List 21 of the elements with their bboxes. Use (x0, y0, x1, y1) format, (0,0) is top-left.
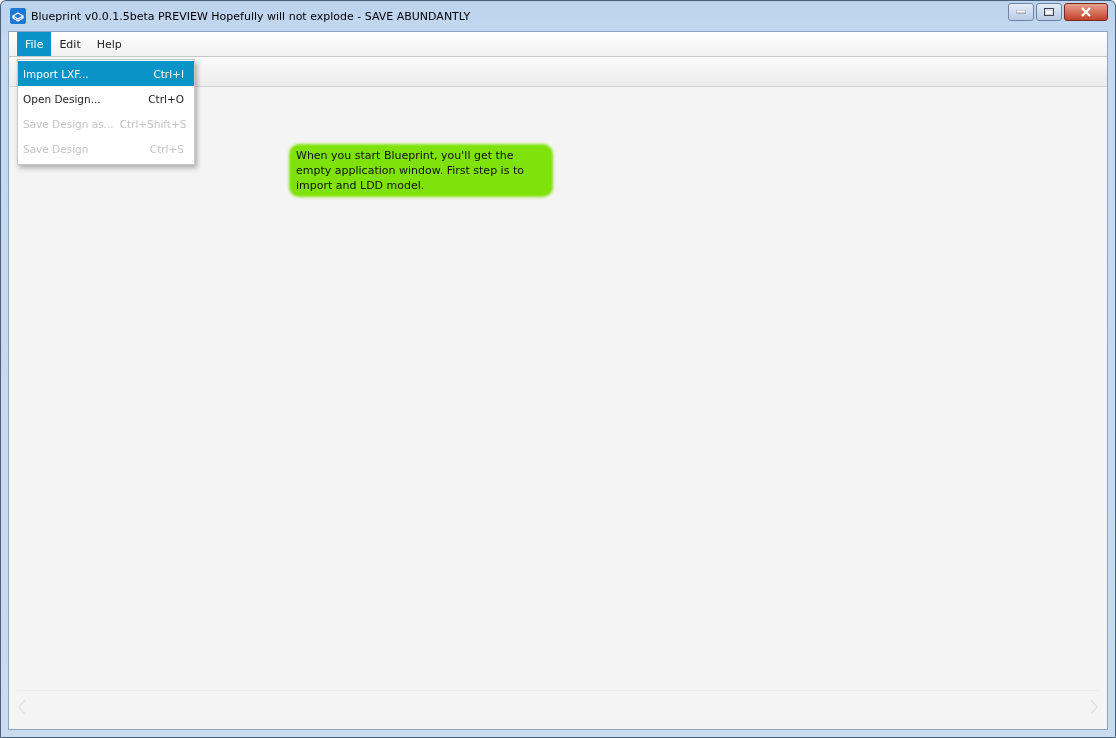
maximize-icon (1044, 8, 1054, 16)
shortcut-label: Ctrl+Shift+S (119, 117, 187, 130)
app-icon (10, 8, 26, 24)
option-label: Import LXF... (23, 67, 89, 80)
close-button[interactable] (1064, 3, 1108, 21)
menu-item[interactable]: Edit (51, 32, 89, 56)
shortcut-label: Ctrl+O (148, 92, 184, 105)
option-label: Save Design as... (23, 117, 114, 130)
maximize-button[interactable] (1036, 3, 1062, 21)
option-label: Save Design (23, 142, 89, 155)
menu-option[interactable]: Open Design... Ctrl+O (18, 86, 194, 111)
close-icon (1080, 7, 1092, 17)
minimize-icon (1016, 10, 1026, 14)
menu-option[interactable]: Import LXF... Ctrl+I (18, 61, 194, 86)
option-label: Open Design... (23, 92, 101, 105)
window-title: Blueprint v0.0.1.5beta PREVIEW Hopefully will not explode - SAVE ABUNDANTLY (31, 9, 471, 23)
shortcut-label: Ctrl+I (153, 67, 184, 80)
menu-item[interactable]: File (17, 32, 52, 56)
menu-item[interactable]: Help (88, 32, 130, 56)
shortcut-label: Ctrl+S (149, 142, 184, 155)
annotation-note: When you start Blueprint, you'll get the empty application window. First step is to import and LDD model. (291, 146, 551, 195)
